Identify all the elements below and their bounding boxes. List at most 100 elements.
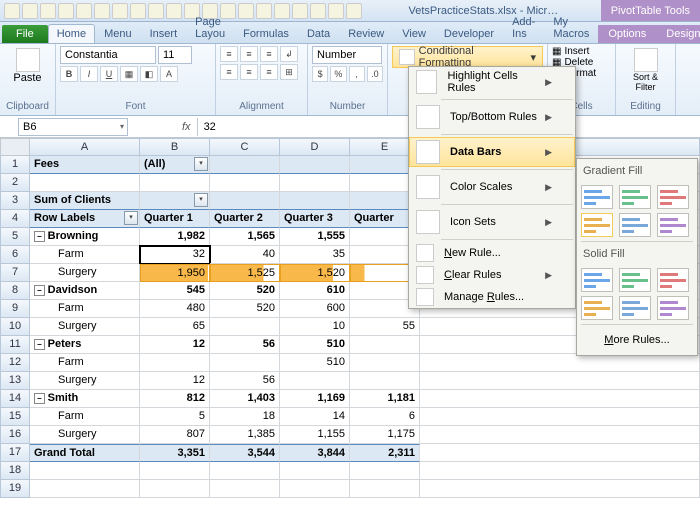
cell[interactable]: 1,385 <box>210 426 280 444</box>
menu-data-bars[interactable]: Data Bars ▶ <box>409 137 575 167</box>
cell[interactable]: Farm <box>30 246 140 264</box>
col-header-a[interactable]: A <box>30 138 140 156</box>
databar-solid-red[interactable] <box>657 268 689 292</box>
row-header[interactable]: 13 <box>0 372 30 390</box>
databar-solid-blue[interactable] <box>581 268 613 292</box>
cell[interactable]: 1,175 <box>350 426 420 444</box>
cell[interactable]: 3,844 <box>280 444 350 462</box>
cell[interactable]: 600 <box>280 300 350 318</box>
cell[interactable]: Farm <box>30 354 140 372</box>
menu-color-scales[interactable]: Color Scales ▶ <box>409 172 575 202</box>
databar-solid-lightblue[interactable] <box>619 296 651 320</box>
row-header[interactable]: 11 <box>0 336 30 354</box>
qat-redo-icon[interactable] <box>40 3 56 19</box>
col-header-d[interactable]: D <box>280 138 350 156</box>
row-header[interactable]: 12 <box>0 354 30 372</box>
bold-button[interactable]: B <box>60 66 78 82</box>
menu-highlight-cells-rules[interactable]: Highlight Cells Rules ▶ <box>409 67 575 97</box>
col-header-b[interactable]: B <box>140 138 210 156</box>
cell[interactable]: 812 <box>140 390 210 408</box>
cell[interactable]: 65 <box>140 318 210 336</box>
cell[interactable] <box>30 174 140 192</box>
cell[interactable]: 1,403 <box>210 390 280 408</box>
sort-filter-button[interactable]: Sort & Filter <box>620 46 671 94</box>
row-header[interactable]: 2 <box>0 174 30 192</box>
row-header[interactable]: 17 <box>0 444 30 462</box>
comma-button[interactable]: , <box>349 66 365 82</box>
tab-options[interactable]: Options <box>598 25 656 43</box>
more-rules-button[interactable]: More Rules... <box>581 329 693 351</box>
cell[interactable] <box>140 480 210 498</box>
qat-open-icon[interactable] <box>76 3 92 19</box>
cell[interactable]: 1,520 <box>280 264 350 282</box>
tab-developer[interactable]: Developer <box>435 24 503 43</box>
tab-mymacros[interactable]: My Macros <box>544 12 598 43</box>
qat-sort-icon[interactable] <box>148 3 164 19</box>
qat-table-icon[interactable] <box>238 3 254 19</box>
cell[interactable]: −Davidson <box>30 282 140 300</box>
fx-label[interactable]: fx <box>182 121 191 133</box>
pivot-filter-rowlabels-button[interactable]: ▾ <box>124 211 138 225</box>
align-top-button[interactable]: ≡ <box>220 46 238 62</box>
qat-more-icon[interactable] <box>256 3 272 19</box>
name-box[interactable]: B6 <box>18 118 128 136</box>
cell[interactable]: 510 <box>280 336 350 354</box>
tab-design[interactable]: Design <box>656 25 700 43</box>
insert-button[interactable]: ▦Insert <box>552 46 611 57</box>
cell[interactable]: 2,311 <box>350 444 420 462</box>
row-header[interactable]: 5 <box>0 228 30 246</box>
databar-gradient-orange[interactable] <box>581 213 613 237</box>
file-tab[interactable]: File <box>2 25 48 43</box>
qat-undo-icon[interactable] <box>22 3 38 19</box>
merge-button[interactable]: ⊞ <box>280 64 298 80</box>
cell[interactable]: Farm <box>30 408 140 426</box>
cell[interactable]: 14 <box>280 408 350 426</box>
font-color-button[interactable]: A <box>160 66 178 82</box>
menu-icon-sets[interactable]: Icon Sets ▶ <box>409 207 575 237</box>
tab-insert[interactable]: Insert <box>141 24 187 43</box>
cell[interactable] <box>280 156 350 174</box>
cell[interactable] <box>350 354 420 372</box>
qat-extra3-icon[interactable] <box>310 3 326 19</box>
qat-print-icon[interactable] <box>94 3 110 19</box>
number-format-select[interactable]: Number <box>312 46 382 64</box>
cell[interactable] <box>350 336 420 354</box>
align-bottom-button[interactable]: ≡ <box>260 46 278 62</box>
tab-formulas[interactable]: Formulas <box>234 24 298 43</box>
row-header[interactable]: 19 <box>0 480 30 498</box>
cell[interactable]: 1,155 <box>280 426 350 444</box>
cell[interactable]: 1,565 <box>210 228 280 246</box>
decimal-inc-button[interactable]: .0 <box>367 66 383 82</box>
cell[interactable] <box>350 462 420 480</box>
databar-solid-purple[interactable] <box>657 296 689 320</box>
row-header[interactable]: 18 <box>0 462 30 480</box>
tab-page-layout[interactable]: Page Layou <box>186 12 234 43</box>
cell[interactable]: 1,555 <box>280 228 350 246</box>
cell[interactable] <box>140 174 210 192</box>
cell[interactable]: 55 <box>350 318 420 336</box>
cell[interactable] <box>280 462 350 480</box>
cell[interactable] <box>280 192 350 210</box>
cell[interactable]: Quarter 1 <box>140 210 210 228</box>
cell[interactable]: Grand Total <box>30 444 140 462</box>
row-header[interactable]: 3 <box>0 192 30 210</box>
cell[interactable]: Fees <box>30 156 140 174</box>
cell[interactable]: Surgery <box>30 264 140 282</box>
qat-extra2-icon[interactable] <box>292 3 308 19</box>
cell[interactable] <box>280 480 350 498</box>
cell[interactable]: −Browning <box>30 228 140 246</box>
cell[interactable]: 610 <box>280 282 350 300</box>
cell[interactable] <box>210 480 280 498</box>
select-all-corner[interactable] <box>0 138 30 156</box>
cell[interactable] <box>210 354 280 372</box>
wrap-text-button[interactable]: ↲ <box>280 46 298 62</box>
cell[interactable]: 1,950 <box>140 264 210 282</box>
cell[interactable] <box>30 462 140 480</box>
databar-gradient-red[interactable] <box>657 185 689 209</box>
qat-extra4-icon[interactable] <box>328 3 344 19</box>
qat-preview-icon[interactable] <box>112 3 128 19</box>
border-button[interactable]: ▦ <box>120 66 138 82</box>
cell[interactable]: 40 <box>210 246 280 264</box>
cell[interactable]: 1,982 <box>140 228 210 246</box>
cell[interactable]: 12 <box>140 336 210 354</box>
